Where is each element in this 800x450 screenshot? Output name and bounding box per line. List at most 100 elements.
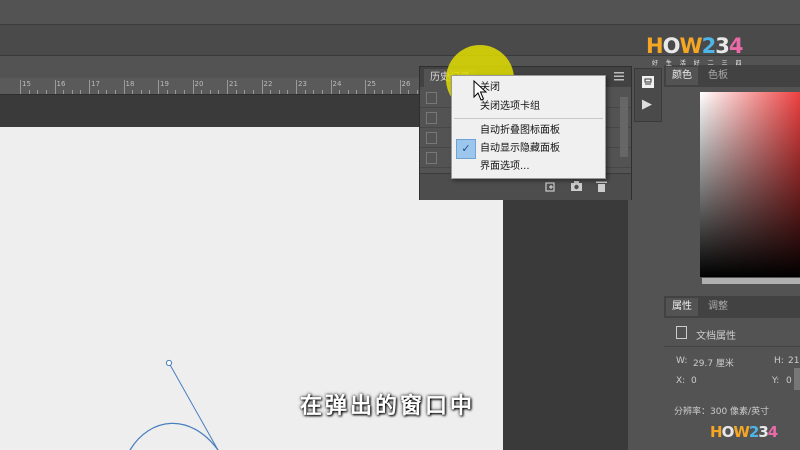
tab-adjustments[interactable]: 调整 bbox=[702, 298, 734, 316]
logo-letter: W bbox=[679, 34, 702, 58]
document-properties-label: 文档属性 bbox=[696, 331, 736, 342]
ruler-tick-mark bbox=[365, 80, 366, 94]
height-label: H: bbox=[774, 356, 784, 366]
history-source-checkbox[interactable] bbox=[426, 132, 437, 144]
height-value[interactable]: 21 bbox=[788, 356, 799, 366]
ruler-minor-tick bbox=[37, 90, 39, 94]
ruler-minor-tick bbox=[287, 90, 289, 94]
ruler-minor-tick bbox=[80, 90, 82, 94]
ruler-tick-mark bbox=[261, 80, 263, 94]
logo-letter: H bbox=[646, 34, 664, 58]
ruler-tick-label: 25 bbox=[367, 80, 376, 88]
ruler-minor-tick bbox=[45, 90, 47, 94]
ruler-tick-mark bbox=[158, 80, 159, 94]
tab-color[interactable]: 颜色 bbox=[666, 67, 698, 85]
ruler-tick-label: 20 bbox=[194, 80, 204, 88]
logo-tagline: 好 生 活 好 二 三 四 bbox=[652, 60, 745, 67]
ruler-minor-tick bbox=[201, 90, 203, 94]
ruler-tick-label: 21 bbox=[229, 80, 238, 88]
ruler-tick-mark bbox=[296, 80, 297, 94]
logo-letter: O bbox=[721, 423, 735, 441]
resolution-label: 分辨率：300 像素/英寸 bbox=[674, 407, 770, 417]
video-subtitle: 在弹出的窗口中 bbox=[300, 394, 476, 419]
collapsed-icon-strip: ▶ bbox=[634, 68, 662, 122]
logo-letter: 3 bbox=[715, 34, 730, 58]
ruler-minor-tick bbox=[183, 90, 185, 94]
x-label: X: bbox=[676, 376, 686, 386]
width-value[interactable]: 29.7 厘米 bbox=[693, 356, 734, 369]
play-actions-icon[interactable]: ▶ bbox=[642, 97, 652, 112]
ruler-minor-tick bbox=[321, 90, 323, 94]
ruler-tick-mark bbox=[227, 80, 228, 94]
ruler-tick-mark bbox=[192, 80, 194, 94]
width-label: W: bbox=[676, 356, 688, 366]
history-scrollbar[interactable] bbox=[620, 97, 628, 157]
menu-separator bbox=[454, 118, 603, 119]
ruler-tick-mark bbox=[123, 80, 125, 94]
camera-icon[interactable] bbox=[570, 180, 583, 192]
ruler-tick-label: 18 bbox=[125, 80, 135, 88]
ruler-tick-mark bbox=[20, 80, 21, 94]
history-source-checkbox[interactable] bbox=[426, 92, 437, 104]
ruler-minor-tick bbox=[347, 90, 349, 94]
ruler-minor-tick bbox=[313, 90, 315, 94]
ruler-minor-tick bbox=[356, 90, 358, 94]
direction-handle-point bbox=[165, 359, 173, 367]
y-label: Y: bbox=[772, 376, 780, 386]
ruler-minor-tick bbox=[175, 90, 177, 94]
x-value[interactable]: 0 bbox=[691, 376, 697, 386]
ruler-tick-label: 24 bbox=[332, 80, 342, 88]
ruler-minor-tick bbox=[244, 90, 246, 94]
direction-handle-line bbox=[168, 362, 219, 450]
how234-logo: HOW234 bbox=[646, 34, 743, 58]
ruler-minor-tick bbox=[408, 90, 410, 94]
document-icon bbox=[676, 326, 687, 339]
ruler-minor-tick bbox=[304, 90, 306, 94]
checkmark-icon: ✓ bbox=[456, 139, 476, 159]
trash-icon[interactable] bbox=[596, 180, 607, 192]
color-picker-field[interactable] bbox=[700, 92, 800, 277]
ruler-tick-mark bbox=[54, 80, 56, 94]
ruler-minor-tick bbox=[97, 90, 99, 94]
ruler-tick-mark bbox=[330, 80, 332, 94]
ruler-tick-label: 17 bbox=[91, 80, 100, 88]
ruler-minor-tick bbox=[209, 90, 211, 94]
new-snapshot-icon[interactable] bbox=[544, 180, 556, 192]
ruler-minor-tick bbox=[140, 90, 142, 94]
history-source-checkbox[interactable] bbox=[426, 152, 437, 164]
ruler-tick-mark bbox=[89, 80, 90, 94]
ruler-minor-tick bbox=[28, 90, 30, 94]
mouse-pointer-icon bbox=[473, 80, 487, 101]
history-panel-icon[interactable] bbox=[641, 75, 655, 89]
ruler-tick-label: 19 bbox=[160, 80, 169, 88]
color-panel: 颜色 色板 bbox=[664, 65, 800, 291]
menu-item-auto-collapse[interactable]: 自动折叠图标面板 bbox=[452, 121, 605, 140]
menu-item-label: 自动显示隐藏面板 bbox=[480, 143, 560, 154]
logo-letter: O bbox=[662, 34, 681, 58]
menu-item-auto-show-hidden[interactable]: ✓ 自动显示隐藏面板 bbox=[452, 139, 605, 159]
color-ramp[interactable] bbox=[702, 278, 800, 284]
ruler-minor-tick bbox=[382, 90, 384, 94]
ruler-minor-tick bbox=[114, 90, 116, 94]
tab-properties[interactable]: 属性 bbox=[666, 298, 698, 316]
panel-menu-icon[interactable] bbox=[614, 72, 624, 81]
ruler-minor-tick bbox=[63, 90, 65, 94]
divider bbox=[664, 346, 800, 347]
ruler-tick-label: 23 bbox=[298, 80, 307, 88]
y-value[interactable]: 0 bbox=[786, 376, 792, 386]
ruler-tick-label: 15 bbox=[22, 80, 31, 88]
properties-scrollbar[interactable] bbox=[794, 368, 800, 390]
how234-logo-small: HOW234 bbox=[710, 423, 778, 441]
menu-item-interface-options[interactable]: 界面选项... bbox=[452, 157, 605, 176]
properties-tab-bar: 属性 调整 bbox=[664, 296, 800, 318]
ruler-minor-tick bbox=[270, 90, 272, 94]
ruler-minor-tick bbox=[149, 90, 151, 94]
ruler-tick-label: 22 bbox=[263, 80, 273, 88]
ruler-minor-tick bbox=[252, 90, 254, 94]
history-source-checkbox[interactable] bbox=[426, 112, 437, 124]
logo-letter: W bbox=[733, 423, 750, 441]
logo-letter: H bbox=[710, 423, 723, 441]
ruler-minor-tick bbox=[416, 90, 418, 94]
tab-swatches[interactable]: 色板 bbox=[702, 67, 734, 85]
menu-bar bbox=[0, 0, 800, 25]
